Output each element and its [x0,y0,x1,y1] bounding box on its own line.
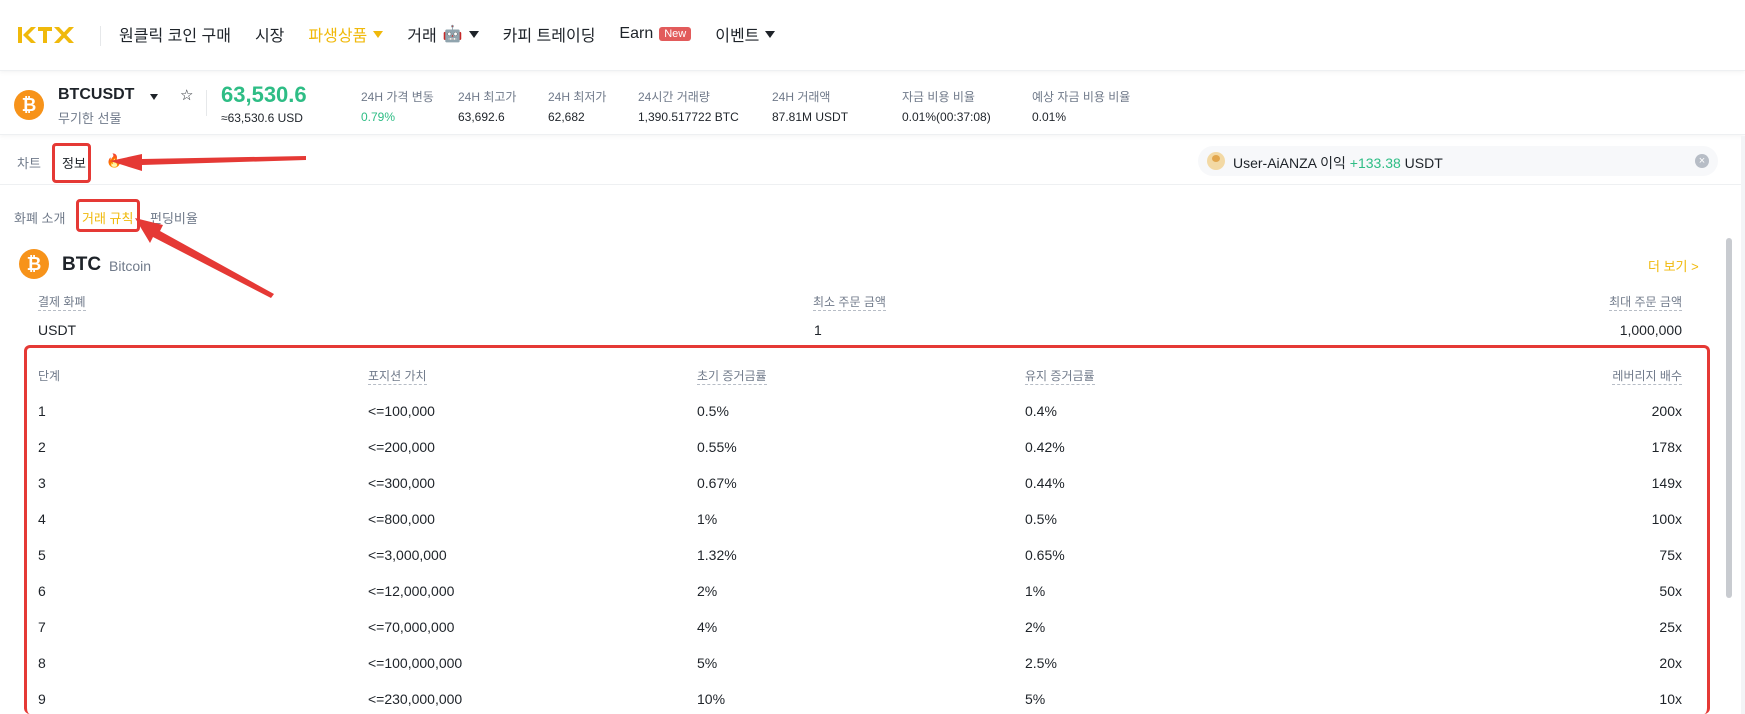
annotation-arrow-2 [135,218,274,298]
annotation-arrow-1 [110,154,306,171]
annotation-arrows [110,154,306,298]
